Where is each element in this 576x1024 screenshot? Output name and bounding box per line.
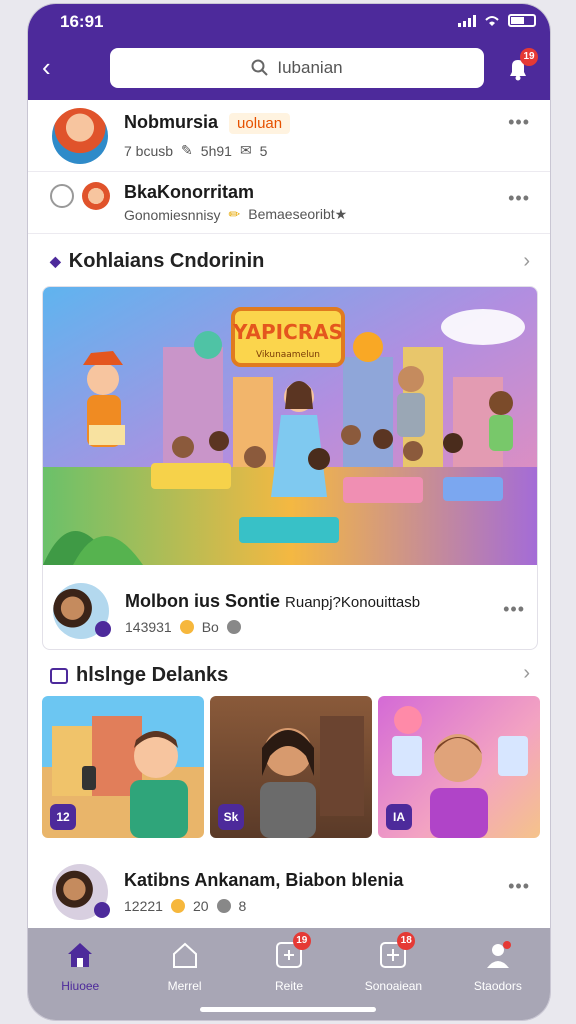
highlights-row: 12 Sk IA — [42, 696, 540, 838]
view-count: 143931 — [125, 619, 172, 635]
feed-item-tag: uoluan — [229, 113, 291, 134]
feed-item-title: Nobmursia uoluan — [124, 112, 291, 134]
feed-item[interactable]: BkaKonorritam Gonomiesnnisy ✏ Bemaeseori… — [28, 172, 550, 234]
feed-item-subtitle: Gonomiesnnisy — [124, 206, 221, 223]
highlight-thumb[interactable]: 12 — [42, 696, 204, 838]
section-title-text: Kohlaians Cndorinin — [68, 250, 265, 272]
thumb-badge: Sk — [218, 804, 244, 830]
highlight-thumb[interactable]: Sk — [210, 696, 372, 838]
featured-author: Molbon ius Sontie — [125, 591, 280, 611]
top-bar: ‹ Iubanian 19 — [28, 38, 550, 100]
signal-icon — [458, 14, 476, 27]
avatar — [82, 182, 110, 210]
bottom-nav: Hiuoee Merrel 19 Reite 18 Sonoaiean Stao… — [28, 928, 550, 1020]
chevron-right-icon[interactable]: › — [523, 662, 530, 685]
house-outline-icon — [172, 942, 197, 968]
nav-label: Hiuoee — [61, 979, 100, 993]
chat-bubble-icon — [50, 184, 74, 208]
bookmark-icon: ◆ — [50, 253, 61, 269]
nav-home[interactable]: Hiuoee — [28, 928, 132, 1020]
feed-item-meta: 12221 20 8 — [124, 898, 246, 914]
thumb-badge: IA — [386, 804, 412, 830]
feed-item-stat: 5h91 — [200, 142, 232, 159]
status-time: 16:91 — [60, 12, 104, 31]
featured-card[interactable]: YAPICRAS Vikunaamelun Molbon ius Sontie … — [42, 286, 538, 650]
comment-icon: ✎ — [181, 142, 193, 158]
search-bar[interactable]: Iubanian — [110, 48, 484, 88]
featured-caption: Ruanpj?Konouittasb — [285, 594, 421, 611]
battery-icon — [508, 14, 536, 27]
feed-item-name: BkaKonorritam — [124, 182, 255, 202]
nav-label: Merrel — [167, 979, 202, 993]
status-icons — [458, 14, 536, 27]
more-options-button[interactable]: ••• — [508, 876, 530, 897]
wifi-icon — [485, 15, 499, 26]
nav-profile[interactable]: Staodors — [446, 928, 550, 1020]
view-count: 12221 — [124, 898, 163, 914]
banner-subtitle: Vikunaamelun — [256, 350, 320, 360]
coin-icon — [170, 899, 185, 913]
feed-item-stat: 7 bcusb — [124, 142, 174, 159]
chat-icon: ✉ — [239, 142, 252, 158]
feed-item-stat: 5 — [259, 142, 268, 159]
highlights-section-title: hlslnge Delanks — [50, 664, 228, 687]
featured-banner-image: YAPICRAS Vikunaamelun — [43, 287, 537, 565]
more-options-button[interactable]: ••• — [508, 188, 530, 209]
banner-title: YAPICRAS — [232, 320, 343, 344]
thumb-badge: 12 — [50, 804, 76, 830]
featured-meta: 143931 Bo — [125, 619, 241, 635]
reply-icon — [216, 899, 231, 913]
like-count: Bo — [201, 619, 219, 635]
user-icon — [486, 941, 511, 968]
feed-item[interactable]: Nobmursia uoluan 7 bcusb ✎ 5h91 ✉ 5 ••• — [28, 100, 550, 172]
notifications-button[interactable]: 19 — [498, 48, 538, 88]
phone-screen: 16:91 ‹ Iubanian 19 Nobmursia uoluan 7 b… — [28, 4, 550, 1020]
nav-label: Reite — [275, 979, 304, 993]
pencil-icon: ✏ — [228, 206, 241, 222]
back-button[interactable]: ‹ — [42, 52, 72, 82]
more-options-button[interactable]: ••• — [508, 112, 530, 133]
like-count: 20 — [192, 898, 209, 914]
chevron-right-icon[interactable]: › — [523, 250, 530, 273]
nav-badge: 19 — [292, 932, 311, 950]
nav-label: Staodors — [473, 979, 522, 993]
feed-item-name: Nobmursia — [124, 112, 219, 132]
verified-icon — [94, 902, 110, 918]
featured-section-title: ◆ Kohlaians Cndorinin — [50, 250, 264, 273]
feed-item-meta: 7 bcusb ✎ 5h91 ✉ 5 — [124, 142, 267, 159]
more-options-button[interactable]: ••• — [503, 599, 525, 620]
home-icon — [68, 943, 93, 967]
featured-author-line: Molbon ius Sontie Ruanpj?Konouittasb — [125, 591, 420, 612]
nav-badge: 18 — [397, 932, 416, 950]
verified-icon — [95, 621, 111, 637]
search-icon — [251, 59, 269, 76]
nav-label: Sonoaiean — [364, 979, 423, 993]
reply-count: 8 — [238, 898, 247, 914]
feed-item-extra: Bemaeseoribt★ — [248, 206, 348, 222]
avatar — [52, 108, 108, 164]
video-icon — [50, 667, 68, 684]
notifications-badge: 19 — [520, 48, 538, 66]
feed-item[interactable]: Katibns Ankanam, Biabon blenia 12221 20 … — [28, 852, 550, 932]
feed-item-name: Katibns Ankanam, Biabon blenia — [124, 870, 404, 890]
section-title-text: hlslnge Delanks — [76, 664, 229, 686]
feed-item-meta: Gonomiesnnisy ✏ Bemaeseoribt★ — [124, 206, 347, 223]
home-indicator — [200, 1007, 376, 1012]
coin-icon — [179, 620, 194, 634]
status-bar: 16:91 — [28, 4, 550, 38]
play-icon — [226, 620, 241, 634]
highlight-thumb[interactable]: IA — [378, 696, 540, 838]
search-query: Iubanian — [277, 58, 343, 77]
